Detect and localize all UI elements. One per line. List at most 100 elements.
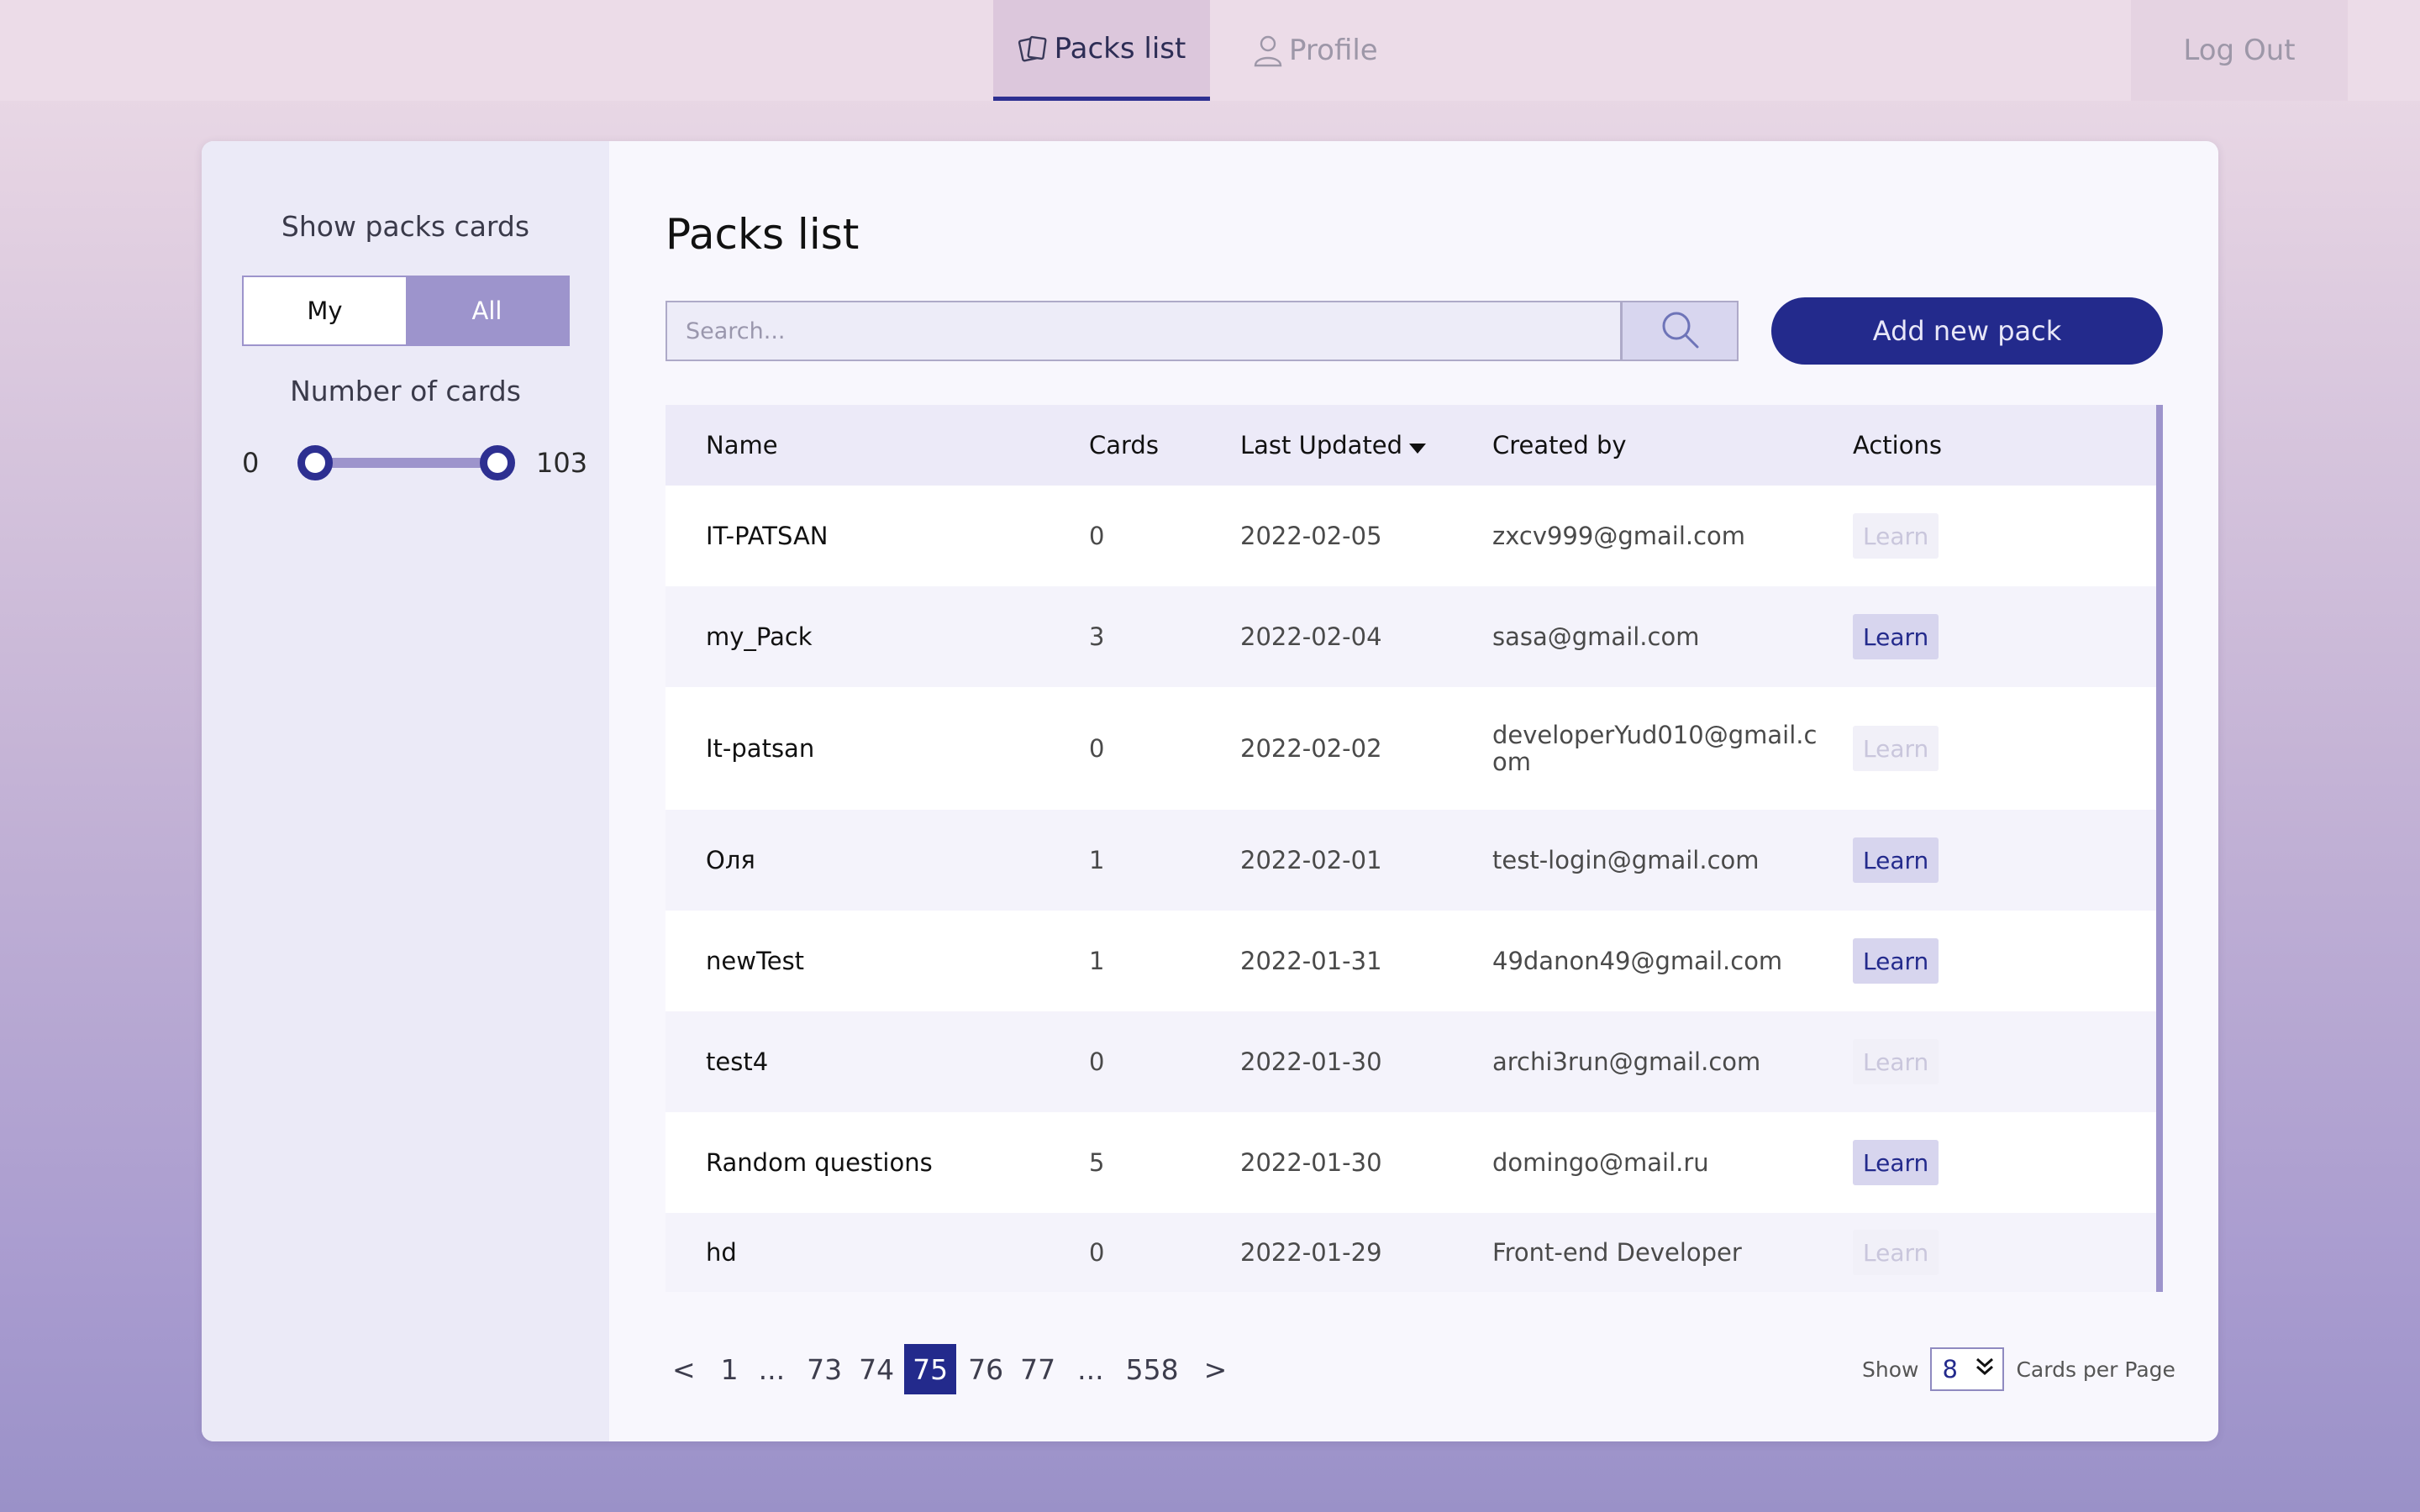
search-icon — [1659, 308, 1701, 354]
tab-packs-list[interactable]: Packs list — [993, 0, 1210, 101]
table-row: newTest 1 2022-01-31 49danon49@gmail.com Lea… — [666, 911, 2156, 1011]
range-track[interactable] — [314, 458, 497, 468]
toggle-all-button[interactable]: All — [406, 277, 568, 344]
cell-cards: 0 — [1089, 734, 1105, 763]
cell-created-by: zxcv999@gmail.com — [1492, 522, 1746, 550]
add-new-pack-button[interactable]: Add new pack — [1771, 297, 2163, 365]
page-ellipsis: ... — [758, 1352, 786, 1386]
column-header-last-updated[interactable]: Last Updated — [1240, 405, 1427, 486]
cell-last-updated: 2022-01-30 — [1240, 1047, 1382, 1076]
cell-created-by: test-login@gmail.com — [1492, 846, 1760, 874]
range-min-handle[interactable] — [297, 445, 333, 480]
page-77[interactable]: 77 — [1013, 1344, 1062, 1394]
cell-cards: 0 — [1089, 522, 1105, 550]
column-header-actions: Actions — [1853, 431, 1942, 459]
cell-actions: Learn — [1853, 486, 1939, 586]
per-page-select[interactable]: 8 — [1930, 1347, 2005, 1391]
cell-cards: 1 — [1089, 846, 1105, 874]
tab-profile[interactable]: Profile — [1252, 0, 1386, 101]
table-scrollbar[interactable] — [2156, 405, 2163, 1292]
page-ellipsis: ... — [1077, 1352, 1104, 1386]
cell-cards: 0 — [1089, 1238, 1105, 1267]
number-of-cards-title: Number of cards — [290, 375, 521, 407]
cell-cards: 3 — [1089, 622, 1105, 651]
learn-button[interactable]: Learn — [1853, 837, 1939, 883]
cell-cards: 0 — [1089, 1047, 1105, 1076]
search-button[interactable] — [1621, 301, 1739, 361]
cell-name: hd — [706, 1238, 737, 1267]
page-558[interactable]: 558 — [1119, 1344, 1186, 1394]
range-max-handle[interactable] — [480, 445, 515, 480]
show-label: Show — [1862, 1357, 1919, 1382]
cell-created-by: domingo@mail.ru — [1492, 1148, 1709, 1177]
tab-profile-label: Profile — [1289, 34, 1378, 67]
page-76[interactable]: 76 — [961, 1344, 1010, 1394]
toggle-my-button[interactable]: My — [244, 277, 406, 344]
table-row: hd 0 2022-01-29 Front-end Developer Learn — [666, 1213, 2156, 1292]
cell-actions: Learn — [1853, 586, 1939, 687]
range-max-value: 103 — [536, 447, 588, 479]
table-row: IT-PATSAN 0 2022-02-05 zxcv999@gmail.com Lea… — [666, 486, 2156, 586]
page-74[interactable]: 74 — [852, 1344, 901, 1394]
learn-button: Learn — [1853, 1039, 1939, 1084]
user-icon — [1252, 34, 1284, 67]
table-header: Name Cards Last Updated Created by Actio… — [666, 405, 2156, 486]
tab-packs-list-label: Packs list — [1054, 31, 1186, 66]
cell-name: Random questions — [706, 1148, 933, 1177]
cell-name: Оля — [706, 846, 755, 874]
next-page-button[interactable]: > — [1197, 1344, 1234, 1394]
column-header-created-by[interactable]: Created by — [1492, 405, 1627, 486]
cell-created-by: Front-end Developer — [1492, 1238, 1742, 1267]
filters-sidebar: Show packs cards My All Number of cards … — [202, 141, 609, 1441]
cell-name: It-patsan — [706, 734, 815, 763]
pagination: <1... 73 74 75 76 77... 558 > — [666, 1344, 1234, 1394]
cell-name: newTest — [706, 947, 805, 975]
cell-name: my_Pack — [706, 622, 813, 651]
cell-created-by: developerYud010@gmail.com — [1492, 721, 1818, 776]
learn-button[interactable]: Learn — [1853, 614, 1939, 659]
cards-icon — [1018, 34, 1050, 63]
logout-button[interactable]: Log Out — [2131, 0, 2348, 101]
cell-created-by: 49danon49@gmail.com — [1492, 947, 1783, 975]
cell-last-updated: 2022-02-05 — [1240, 522, 1382, 550]
prev-page-button[interactable]: < — [666, 1344, 702, 1394]
table-row: It-patsan 0 2022-02-02 developerYud010@gmai… — [666, 687, 2156, 810]
page-75[interactable]: 75 — [904, 1344, 957, 1394]
learn-button: Learn — [1853, 1230, 1939, 1275]
cell-cards: 1 — [1089, 947, 1105, 975]
double-chevron-down-icon — [1974, 1355, 1996, 1383]
sort-desc-icon — [1409, 431, 1427, 459]
cell-created-by: archi3run@gmail.com — [1492, 1047, 1761, 1076]
owner-toggle: My All — [242, 276, 570, 346]
column-header-last-updated-label: Last Updated — [1240, 431, 1403, 459]
packs-panel: Show packs cards My All Number of cards … — [202, 141, 2218, 1441]
cell-cards: 5 — [1089, 1148, 1105, 1177]
cell-name: IT-PATSAN — [706, 522, 829, 550]
learn-button: Learn — [1853, 513, 1939, 559]
cell-created-by: sasa@gmail.com — [1492, 622, 1700, 651]
cell-last-updated: 2022-01-31 — [1240, 947, 1382, 975]
learn-button: Learn — [1853, 726, 1939, 771]
page-73[interactable]: 73 — [800, 1344, 849, 1394]
cell-actions: Learn — [1853, 1213, 1939, 1292]
table-row: my_Pack 3 2022-02-04 sasa@gmail.com Learn — [666, 586, 2156, 687]
cell-last-updated: 2022-02-02 — [1240, 734, 1382, 763]
per-page-label: Cards per Page — [2016, 1357, 2175, 1382]
cell-actions: Learn — [1853, 1112, 1939, 1213]
table-row: Оля 1 2022-02-01 test-login@gmail.com Learn — [666, 810, 2156, 911]
table-row: test4 0 2022-01-30 archi3run@gmail.com Learn — [666, 1011, 2156, 1112]
range-min-value: 0 — [242, 447, 260, 479]
cell-last-updated: 2022-02-01 — [1240, 846, 1382, 874]
cell-actions: Learn — [1853, 911, 1939, 1011]
cell-last-updated: 2022-01-30 — [1240, 1148, 1382, 1177]
column-header-cards[interactable]: Cards — [1089, 405, 1159, 486]
cell-name: test4 — [706, 1047, 769, 1076]
column-header-name[interactable]: Name — [706, 405, 778, 486]
search-input[interactable]: Search... — [666, 301, 1622, 361]
learn-button[interactable]: Learn — [1853, 1140, 1939, 1185]
learn-button[interactable]: Learn — [1853, 938, 1939, 984]
top-navigation: Packs list Profile Log Out — [0, 0, 2420, 101]
cell-last-updated: 2022-01-29 — [1240, 1238, 1382, 1267]
show-packs-title: Show packs cards — [281, 210, 530, 243]
page-1[interactable]: 1 — [714, 1344, 745, 1394]
